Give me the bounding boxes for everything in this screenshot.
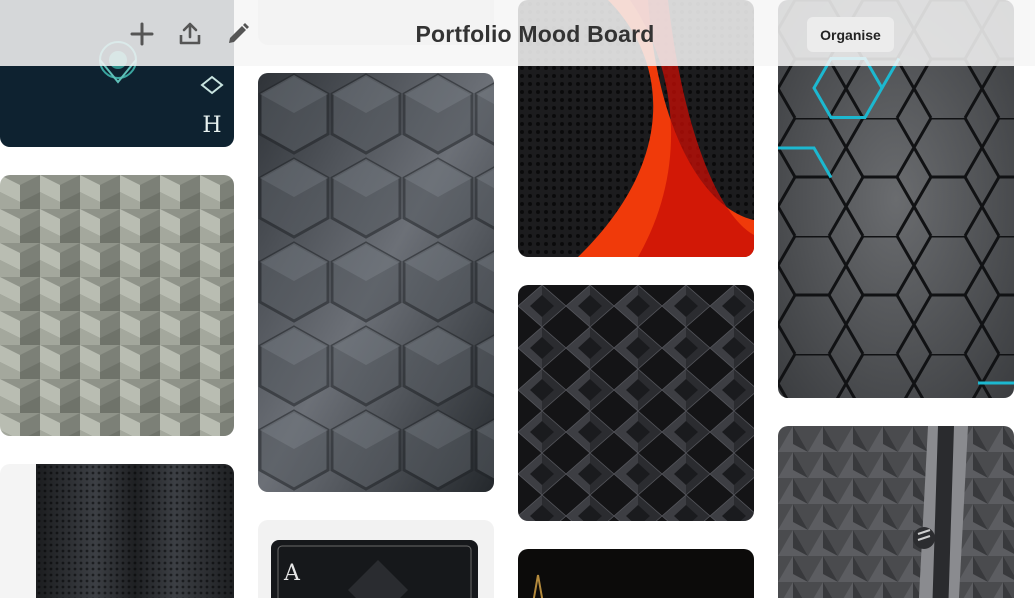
plus-icon <box>130 22 154 46</box>
share-button[interactable] <box>174 18 206 50</box>
dark-mesh-image <box>0 464 234 598</box>
pin-dark-mesh-panel[interactable] <box>0 464 234 598</box>
mood-board: H A Portfolio Mood Board Organise <box>0 0 1035 598</box>
pin-3d-grey-hexagons[interactable] <box>258 73 494 492</box>
pencil-icon <box>229 23 249 43</box>
add-button[interactable] <box>126 18 158 50</box>
pin-grey-backpack-texture[interactable] <box>778 426 1014 598</box>
gold-card-image <box>518 549 754 598</box>
organise-button[interactable]: Organise <box>807 17 894 52</box>
geometric-stars-image <box>518 285 754 521</box>
woven-tiles-image <box>0 175 234 436</box>
pin-black-geometric-stars[interactable] <box>518 285 754 521</box>
upload-icon <box>179 22 201 45</box>
hexagons-image <box>258 73 494 492</box>
pin-letter: A <box>283 561 301 586</box>
pin-card-with-ornament-letter-a[interactable]: A <box>258 520 494 598</box>
board-header: Portfolio Mood Board Organise <box>0 0 1035 66</box>
letter-a-card-image: A <box>258 520 494 598</box>
svg-text:H: H <box>202 113 221 138</box>
pin-grey-woven-tiles[interactable] <box>0 175 234 436</box>
backpack-image <box>778 426 1014 598</box>
board-title: Portfolio Mood Board <box>415 21 655 47</box>
edit-button[interactable] <box>222 18 254 50</box>
pin-black-gold-card[interactable] <box>518 549 754 598</box>
